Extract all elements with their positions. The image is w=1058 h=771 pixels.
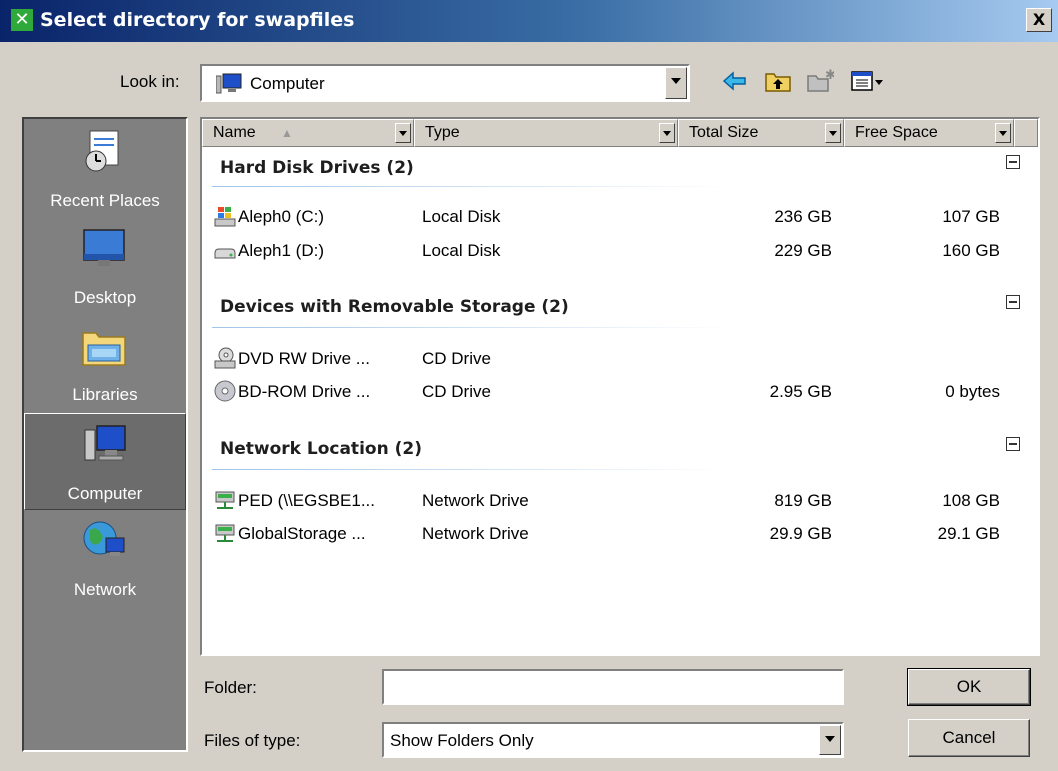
computer-icon — [216, 73, 242, 94]
group-header[interactable]: Devices with Removable Storage (2) — [220, 297, 569, 317]
item-name: GlobalStorage ... — [238, 524, 366, 543]
item-type: Local Disk — [422, 241, 501, 260]
item-free-space: 29.1 GB — [937, 524, 1000, 543]
up-folder-icon[interactable] — [764, 68, 792, 94]
list-item[interactable]: Aleph1 (D:) Local Disk 229 GB 160 GB — [202, 235, 1038, 267]
item-type: Network Drive — [422, 524, 529, 543]
ok-button[interactable]: OK — [907, 668, 1031, 706]
place-label: Recent Places — [50, 191, 160, 210]
item-total-size: 2.95 GB — [769, 382, 832, 401]
svg-text:✱: ✱ — [825, 68, 834, 83]
place-computer[interactable]: Computer — [24, 413, 186, 510]
window-title: Select directory for swapfiles — [40, 9, 355, 31]
item-type: CD Drive — [422, 382, 491, 401]
item-free-space: 0 bytes — [945, 382, 1000, 401]
item-total-size: 819 GB — [774, 491, 832, 510]
files-of-type-value: Show Folders Only — [390, 731, 534, 750]
column-filter-button[interactable] — [395, 123, 411, 143]
item-name: DVD RW Drive ... — [238, 349, 370, 368]
list-item[interactable]: PED (\\EGSBE1... Network Drive 819 GB 10… — [202, 485, 1038, 517]
column-header-name[interactable]: Name ▲ — [202, 119, 414, 147]
group-header[interactable]: Network Location (2) — [220, 439, 422, 459]
item-name: Aleph0 (C:) — [238, 207, 324, 226]
column-header-label: Name — [213, 124, 256, 141]
item-total-size: 229 GB — [774, 241, 832, 260]
files-of-type-label: Files of type: — [204, 731, 301, 750]
network-icon — [83, 521, 125, 556]
collapse-group-icon[interactable] — [1006, 155, 1020, 169]
close-button[interactable]: X — [1026, 8, 1052, 32]
places-bar: Recent Places Desktop Libraries Computer — [22, 117, 188, 752]
place-label: Desktop — [73, 288, 137, 307]
group-divider — [212, 469, 732, 470]
column-header-label: Total Size — [689, 124, 759, 141]
collapse-group-icon[interactable] — [1006, 295, 1020, 309]
column-filter-button[interactable] — [659, 123, 675, 143]
item-free-space: 107 GB — [942, 207, 1000, 226]
app-icon: ✕ — [11, 9, 33, 31]
cancel-button[interactable]: Cancel — [908, 719, 1030, 757]
place-recent-places[interactable]: Recent Places — [24, 121, 186, 218]
item-free-space: 160 GB — [942, 241, 1000, 260]
network-drive-icon — [215, 524, 235, 542]
column-header-type[interactable]: Type — [414, 119, 678, 147]
place-libraries[interactable]: Libraries — [24, 315, 186, 412]
system-drive-icon — [214, 207, 236, 227]
network-drive-icon — [215, 491, 235, 509]
item-total-size: 29.9 GB — [769, 524, 832, 543]
hard-drive-icon — [214, 248, 236, 259]
column-header-filler — [1014, 119, 1038, 147]
look-in-value: Computer — [250, 74, 325, 93]
title-bar[interactable]: ✕ Select directory for swapfiles X — [0, 0, 1058, 42]
place-desktop[interactable]: Desktop — [24, 218, 186, 315]
recent-places-icon — [85, 130, 119, 172]
files-of-type-dropdown-button[interactable] — [819, 725, 841, 755]
look-in-label: Look in: — [120, 72, 180, 91]
list-item[interactable]: Aleph0 (C:) Local Disk 236 GB 107 GB — [202, 201, 1038, 233]
back-arrow-icon[interactable] — [722, 68, 748, 94]
look-in-dropdown[interactable]: Computer — [200, 64, 690, 102]
place-label: Computer — [67, 484, 143, 503]
desktop-icon — [83, 229, 125, 266]
view-menu-icon[interactable] — [850, 68, 886, 94]
item-type: Network Drive — [422, 491, 529, 510]
list-item[interactable]: GlobalStorage ... Network Drive 29.9 GB … — [202, 518, 1038, 550]
group-header[interactable]: Hard Disk Drives (2) — [220, 158, 414, 178]
column-header-total-size[interactable]: Total Size — [678, 119, 844, 147]
place-label: Network — [73, 580, 137, 599]
look-in-dropdown-button[interactable] — [665, 67, 687, 99]
list-item[interactable]: DVD RW Drive ... CD Drive — [202, 343, 1038, 375]
item-type: Local Disk — [422, 207, 501, 226]
item-type: CD Drive — [422, 349, 491, 368]
sort-ascending-icon: ▲ — [281, 126, 293, 140]
libraries-icon — [82, 332, 126, 366]
item-free-space: 108 GB — [942, 491, 1000, 510]
place-label: Libraries — [72, 385, 138, 404]
column-filter-button[interactable] — [825, 123, 841, 143]
column-filter-button[interactable] — [995, 123, 1011, 143]
column-header-label: Type — [425, 124, 460, 141]
new-folder-icon[interactable]: ✱ — [806, 68, 834, 94]
item-total-size: 236 GB — [774, 207, 832, 226]
column-header-free-space[interactable]: Free Space — [844, 119, 1014, 147]
group-divider — [212, 186, 732, 187]
item-name: Aleph1 (D:) — [238, 241, 324, 260]
place-network[interactable]: Network — [24, 510, 186, 607]
item-name: PED (\\EGSBE1... — [238, 491, 375, 510]
column-header-label: Free Space — [855, 124, 938, 141]
folder-label: Folder: — [204, 678, 257, 697]
computer-icon — [84, 425, 126, 461]
collapse-group-icon[interactable] — [1006, 437, 1020, 451]
file-list[interactable]: Name ▲ Type Total Size Free Space Hard D… — [200, 117, 1040, 656]
item-name: BD-ROM Drive ... — [238, 382, 371, 401]
dvd-drive-icon — [214, 347, 236, 369]
folder-input[interactable] — [382, 669, 844, 705]
list-item[interactable]: BD-ROM Drive ... CD Drive 2.95 GB 0 byte… — [202, 376, 1038, 408]
disc-icon — [214, 380, 236, 402]
files-of-type-dropdown[interactable]: Show Folders Only — [382, 722, 844, 758]
group-divider — [212, 327, 732, 328]
